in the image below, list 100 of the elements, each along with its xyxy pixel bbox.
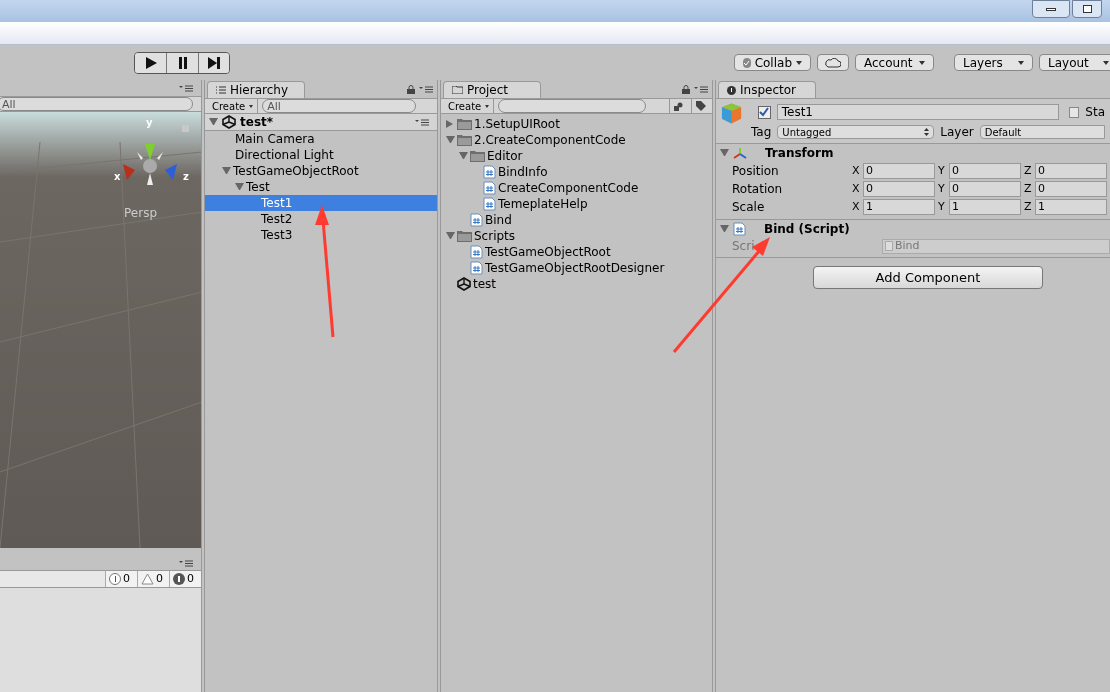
pause-button[interactable]	[167, 52, 199, 73]
property-label: Scale	[732, 199, 766, 216]
step-button[interactable]	[199, 52, 229, 73]
error-icon	[173, 573, 185, 585]
script-file-icon	[733, 222, 746, 236]
project-item[interactable]: TestGameObjectRootDesigner	[441, 260, 712, 276]
panel-menu-icon[interactable]	[179, 84, 193, 92]
project-item[interactable]: Editor	[441, 148, 712, 164]
dropdown-button[interactable]: Layers	[954, 54, 1033, 71]
project-item[interactable]: test	[441, 276, 712, 292]
info-icon	[727, 85, 736, 95]
create-dropdown[interactable]: Create	[444, 99, 495, 113]
scene-header[interactable]: test*	[205, 114, 437, 131]
message-count[interactable]: 0	[105, 571, 137, 587]
axis-label: Y	[938, 180, 946, 197]
number-field[interactable]: 0	[863, 181, 935, 197]
axis-label: Y	[938, 162, 946, 179]
search-field[interactable]: All	[0, 97, 193, 111]
restore-button[interactable]	[1072, 0, 1102, 18]
cloud-button[interactable]	[817, 54, 849, 71]
axis-label: Z	[1024, 162, 1033, 179]
shapes-icon	[673, 101, 684, 111]
filter-label-button[interactable]	[691, 99, 709, 113]
panel-menu-icon[interactable]	[419, 86, 433, 93]
add-component-button[interactable]: Add Component	[813, 266, 1043, 289]
axis-label: x	[114, 172, 121, 182]
number-field[interactable]: 0	[863, 163, 935, 179]
message-count[interactable]: 0	[137, 571, 169, 587]
axis-label: X	[852, 198, 861, 215]
script-file-icon	[483, 165, 496, 179]
script-file-icon	[470, 245, 483, 259]
project-item[interactable]: TemeplateHelp	[441, 196, 712, 212]
script-field: Bind	[882, 238, 1110, 254]
panel-menu-icon[interactable]	[694, 86, 708, 93]
panel-menu-icon[interactable]	[179, 559, 193, 567]
panel-menu-icon[interactable]	[415, 118, 429, 126]
hierarchy-item[interactable]: Test2	[205, 211, 437, 227]
project-item[interactable]: CreateComponentCode	[441, 180, 712, 196]
project-item[interactable]: 2.CreateComponentCode	[441, 132, 712, 148]
panel-tab[interactable]: Hierarchy	[207, 81, 305, 98]
hierarchy-item[interactable]: Main Camera	[205, 131, 437, 147]
number-field[interactable]: 1	[863, 199, 935, 215]
project-item[interactable]: 1.SetupUIRoot	[441, 116, 712, 132]
folder-icon	[470, 150, 485, 162]
static-label: Sta	[1085, 104, 1105, 121]
axis-label: Y	[938, 198, 946, 215]
script-file-icon	[470, 213, 483, 227]
tag-dropdown[interactable]: Untagged	[777, 125, 935, 139]
projection-label[interactable]: Persp	[124, 207, 157, 219]
number-field[interactable]: 0	[1035, 163, 1107, 179]
static-checkbox[interactable]	[1068, 106, 1080, 118]
cloud-icon	[825, 57, 841, 68]
name-field[interactable]: Test1	[776, 104, 1059, 120]
cube-icon	[721, 102, 743, 126]
number-field[interactable]: 1	[949, 199, 1021, 215]
hierarchy-item[interactable]: Test3	[205, 227, 437, 243]
unity-logo-icon	[457, 277, 471, 291]
number-field[interactable]: 0	[1035, 181, 1107, 197]
script-file-icon	[885, 241, 893, 251]
search-field[interactable]: All	[262, 99, 417, 113]
project-item[interactable]: BindInfo	[441, 164, 712, 180]
number-field[interactable]: 0	[949, 181, 1021, 197]
project-item[interactable]: Bind	[441, 212, 712, 228]
dropdown-button[interactable]: Layout	[1039, 54, 1110, 71]
hierarchy-item[interactable]: Directional Light	[205, 147, 437, 163]
layer-label: Layer	[940, 124, 974, 141]
dropdown-button[interactable]: Account	[855, 54, 934, 71]
panel-tab[interactable]: Inspector	[718, 81, 816, 98]
script-file-icon	[483, 181, 496, 195]
stepper-arrows-icon	[924, 128, 930, 136]
project-item[interactable]: Scripts	[441, 228, 712, 244]
active-checkbox[interactable]	[758, 105, 771, 119]
scene-view[interactable]: y x z Persp	[0, 112, 201, 548]
script-file-icon	[483, 197, 496, 211]
hierarchy-item[interactable]: Test1	[205, 195, 437, 211]
property-label: Scri	[732, 238, 756, 255]
unity-logo-icon	[222, 115, 236, 129]
minimize-button[interactable]	[1032, 0, 1070, 18]
hierarchy-item[interactable]: TestGameObjectRoot	[205, 163, 437, 179]
foldout-arrow-icon[interactable]	[720, 148, 729, 158]
script-file-icon	[470, 261, 483, 275]
folder-icon	[457, 230, 472, 242]
panel-tab[interactable]: Project	[443, 81, 541, 98]
expand-arrow-icon[interactable]	[209, 117, 218, 127]
axis-label: X	[852, 162, 861, 179]
message-count[interactable]: 0	[169, 571, 201, 587]
property-label: Position	[732, 163, 780, 180]
search-field[interactable]	[498, 99, 647, 113]
collab-button[interactable]: Collab	[734, 54, 811, 71]
check-circle-icon	[743, 57, 751, 68]
play-button[interactable]	[135, 52, 167, 73]
number-field[interactable]: 0	[949, 163, 1021, 179]
component-title[interactable]: Transform	[765, 144, 834, 162]
folder-icon	[457, 118, 472, 130]
project-item[interactable]: TestGameObjectRoot	[441, 244, 712, 260]
create-dropdown[interactable]: Create	[208, 99, 259, 113]
layer-dropdown[interactable]: Default	[979, 125, 1105, 139]
axis-label: Z	[1024, 180, 1033, 197]
axis-label: y	[146, 118, 153, 128]
number-field[interactable]: 1	[1035, 199, 1107, 215]
